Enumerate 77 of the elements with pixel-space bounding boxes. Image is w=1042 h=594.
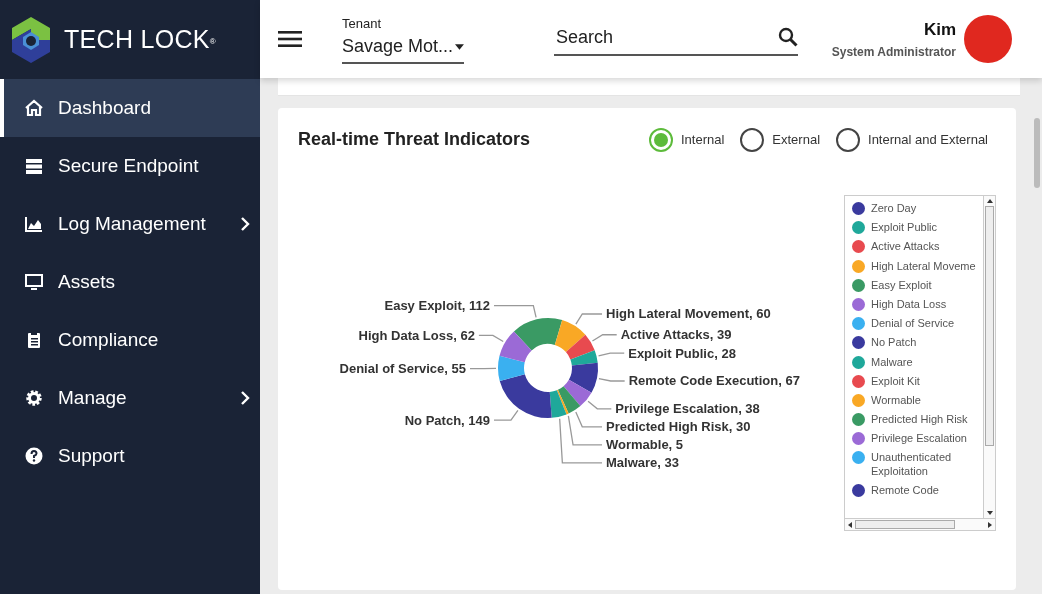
home-icon	[24, 98, 44, 118]
legend-item[interactable]: Easy Exploit	[852, 278, 983, 292]
sidebar-item[interactable]: Log Management	[0, 195, 260, 253]
leader-line	[598, 377, 626, 382]
leader-line	[597, 352, 625, 357]
legend-item[interactable]: Exploit Public	[852, 221, 983, 235]
leader-line	[591, 334, 618, 342]
legend-item[interactable]: No Patch	[852, 336, 983, 350]
donut-slice[interactable]	[570, 350, 598, 366]
sidebar-item[interactable]: Compliance	[0, 311, 260, 369]
legend-item[interactable]: High Lateral Moveme	[852, 259, 983, 273]
monitor-icon	[24, 272, 44, 292]
legend-item[interactable]: Denial of Service	[852, 317, 983, 331]
logo-icon	[10, 15, 52, 64]
radio-option[interactable]: Internal and External	[836, 127, 988, 152]
server-icon	[24, 156, 44, 176]
leader-line	[575, 313, 603, 325]
data-label: High Data Loss, 62	[358, 327, 475, 343]
data-label: Easy Exploit, 112	[384, 298, 490, 314]
donut-slice[interactable]	[499, 331, 532, 363]
data-label: No Patch, 149	[404, 412, 490, 428]
legend-item[interactable]: Wormable	[852, 393, 983, 408]
data-label: Denial of Service, 55	[339, 361, 466, 377]
data-label: Active Attacks, 39	[620, 327, 732, 343]
scroll-thumb[interactable]	[855, 520, 955, 529]
settings-icon	[24, 388, 44, 408]
data-label: Remote Code Execution, 67	[628, 373, 800, 389]
search-field[interactable]: Search	[554, 22, 778, 52]
legend-item[interactable]: Unauthenticated Exploitation	[852, 451, 983, 478]
card-title: Real-time Threat Indicators	[298, 128, 531, 151]
data-label: Predicted High Risk, 30	[606, 419, 751, 435]
user-name: Kim	[922, 19, 956, 42]
leader-line	[478, 334, 504, 343]
donut-slice[interactable]	[568, 362, 598, 393]
data-label: High Lateral Movement, 60	[606, 306, 771, 322]
tenant-dropdown[interactable]: Savage Mot...	[342, 33, 464, 65]
leader-line	[493, 409, 519, 421]
scroll-thumb[interactable]	[985, 206, 994, 446]
leader-line	[493, 305, 537, 319]
caret-icon	[455, 43, 464, 50]
help-icon	[24, 446, 44, 466]
legend-item[interactable]: Active Attacks	[852, 240, 983, 254]
legend-item[interactable]: Privilege Escalation	[852, 432, 983, 446]
data-label: Privilege Escalation, 38	[615, 401, 760, 417]
chart-icon	[24, 214, 44, 234]
donut-slice[interactable]	[563, 379, 592, 407]
donut-slice[interactable]	[565, 334, 595, 360]
brand-name: TECH LOCK$^{®}$	[64, 23, 216, 55]
legend-item[interactable]: Remote Code	[852, 483, 983, 497]
sidebar-item[interactable]: Secure Endpoint	[0, 137, 260, 195]
legend-item[interactable]: Exploit Kit	[852, 374, 983, 388]
radio-option[interactable]: Internal	[648, 127, 725, 152]
search-icon[interactable]	[778, 27, 798, 47]
legend-item[interactable]: Malware	[852, 355, 983, 369]
sidebar-item[interactable]: Manage	[0, 369, 260, 427]
menu-icon[interactable]	[278, 30, 302, 48]
tenant-label: Tenant	[342, 14, 383, 33]
data-label: Malware, 33	[606, 455, 679, 471]
data-label: Wormable, 5	[606, 437, 684, 453]
user-avatar[interactable]	[964, 15, 1012, 63]
sidebar-item[interactable]: Dashboard	[0, 79, 260, 137]
donut-slice[interactable]	[554, 320, 586, 353]
donut-slice[interactable]	[557, 386, 581, 414]
data-label: Exploit Public, 28	[628, 345, 736, 361]
legend-item[interactable]: Zero Day	[852, 202, 983, 216]
donut-slice[interactable]	[549, 390, 567, 418]
legend-item[interactable]: High Data Loss	[852, 297, 983, 312]
sidebar-item[interactable]: Support	[0, 427, 260, 485]
page-scrollbar[interactable]	[1034, 118, 1040, 188]
donut-slice[interactable]	[499, 374, 552, 418]
donut-slice[interactable]	[513, 318, 563, 351]
leader-line	[469, 367, 497, 370]
donut-slice[interactable]	[498, 355, 525, 381]
sidebar-item[interactable]: Assets	[0, 253, 260, 311]
legend-item[interactable]: Predicted High Risk	[852, 413, 983, 427]
radio-option[interactable]: External	[740, 127, 821, 152]
user-role: System Administrator	[831, 43, 956, 61]
